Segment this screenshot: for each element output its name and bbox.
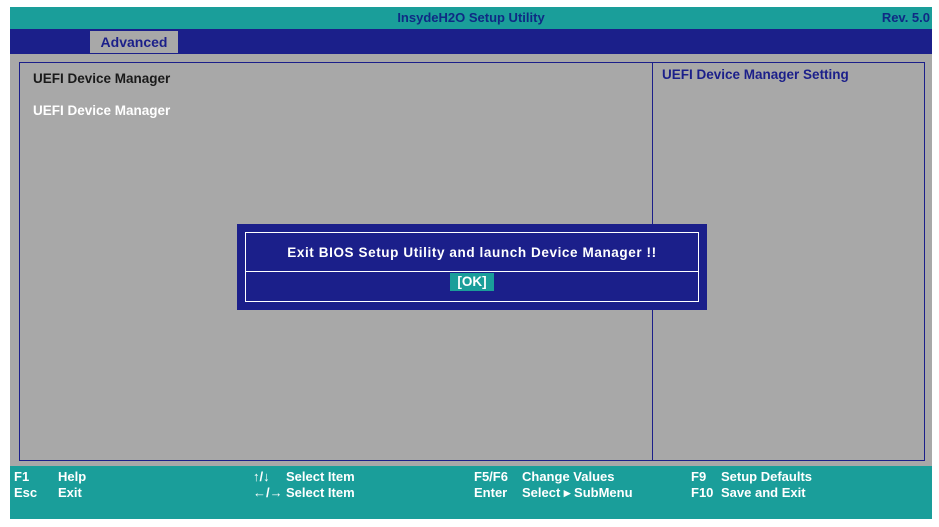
key-desc-save-exit: Save and Exit	[721, 485, 806, 500]
key-f9: F9	[691, 469, 707, 484]
key-f10: F10	[691, 485, 714, 500]
app-title: InsydeH2O Setup Utility	[397, 10, 545, 25]
page-title: UEFI Device Manager	[33, 71, 171, 86]
key-f1: F1	[14, 469, 30, 484]
key-left-right-arrows: ←/→	[253, 485, 283, 500]
key-desc-help: Help	[58, 469, 87, 484]
key-desc-change-values: Change Values	[522, 469, 615, 484]
key-help-bar: F1 Help Esc Exit ↑/↓ Select Item ←/→ Sel…	[10, 466, 932, 519]
title-bar: InsydeH2O Setup Utility Rev. 5.0	[10, 7, 932, 29]
confirm-dialog: Exit BIOS Setup Utility and launch Devic…	[237, 224, 707, 310]
key-hint-change-values: F5/F6 Change Values	[474, 469, 614, 484]
key-hint-exit: Esc Exit	[14, 485, 82, 500]
key-hint-select-item-horizontal: ←/→ Select Item	[253, 485, 355, 500]
key-hint-help: F1 Help	[14, 469, 86, 484]
key-up-down-arrows: ↑/↓	[253, 469, 270, 484]
key-desc-setup-defaults: Setup Defaults	[721, 469, 813, 484]
key-desc-submenu: Select ▸ SubMenu	[522, 485, 633, 500]
key-desc-select-item: Select Item	[286, 469, 355, 484]
bios-window: InsydeH2O Setup Utility Rev. 5.0 Advance…	[10, 7, 932, 519]
version-label: Rev. 5.0	[881, 10, 930, 25]
key-esc: Esc	[14, 485, 38, 500]
key-desc-exit: Exit	[58, 485, 82, 500]
menu-bar: Advanced	[10, 29, 932, 54]
dialog-frame: Exit BIOS Setup Utility and launch Devic…	[245, 232, 699, 302]
key-hint-select-item-vertical: ↑/↓ Select Item	[253, 469, 355, 484]
ok-button[interactable]: [OK]	[450, 273, 494, 291]
key-enter: Enter	[474, 485, 508, 500]
menu-item-uefi-device-manager[interactable]: UEFI Device Manager	[33, 103, 170, 118]
dialog-divider	[246, 271, 698, 272]
key-desc-select-item: Select Item	[286, 485, 355, 500]
dialog-message: Exit BIOS Setup Utility and launch Devic…	[287, 245, 657, 260]
key-hint-submenu: Enter Select ▸ SubMenu	[474, 485, 633, 500]
key-f5-f6: F5/F6	[474, 469, 508, 484]
key-hint-save-exit: F10 Save and Exit	[691, 485, 806, 500]
tab-advanced[interactable]: Advanced	[90, 31, 178, 53]
help-text: UEFI Device Manager Setting	[662, 67, 849, 82]
key-hint-setup-defaults: F9 Setup Defaults	[691, 469, 812, 484]
